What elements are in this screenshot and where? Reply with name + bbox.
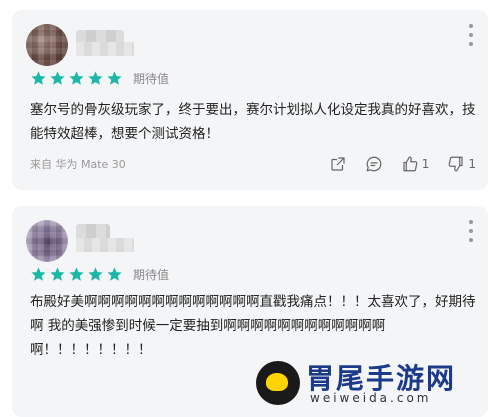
avatar[interactable] — [26, 220, 68, 262]
star-icon — [87, 70, 104, 87]
star-icon — [106, 70, 123, 87]
avatar[interactable] — [26, 24, 68, 66]
review-card: 期待值 塞尔号的骨灰级玩家了，终于要出，赛尔计划拟人化设定我真的好喜欢，技能特效… — [12, 10, 488, 190]
rating-label: 期待值 — [133, 72, 170, 86]
review-text: 布殿好美啊啊啊啊啊啊啊啊啊啊啊啊啊直戳我痛点！！！太喜欢了，好期待啊 我的美强惨… — [30, 294, 476, 358]
more-vertical-icon[interactable] — [468, 220, 474, 242]
review-actions: 1 1 — [311, 153, 476, 175]
rating-label: 期待值 — [133, 268, 170, 282]
thumb-down-icon — [449, 156, 463, 172]
review-footer: 来自 华为 Mate 30 1 1 — [30, 153, 476, 175]
review-text: 塞尔号的骨灰级玩家了，终于要出，赛尔计划拟人化设定我真的好喜欢，技能特效超棒，想… — [30, 102, 476, 142]
review-card: 期待值 布殿好美啊啊啊啊啊啊啊啊啊啊啊啊啊直戳我痛点！！！太喜欢了，好期待啊 我… — [12, 206, 488, 417]
star-icon — [68, 70, 85, 87]
thumb-up-icon — [403, 156, 418, 172]
share-button[interactable] — [329, 155, 347, 173]
star-icon — [87, 266, 104, 283]
rating-row: 期待值 — [30, 70, 169, 87]
star-icon — [30, 70, 47, 87]
share-icon — [331, 157, 345, 171]
dislike-button[interactable]: 1 — [447, 155, 476, 173]
star-icon — [30, 266, 47, 283]
dislike-count: 1 — [468, 157, 476, 171]
like-button[interactable]: 1 — [401, 155, 430, 173]
rating-row: 期待值 — [30, 266, 169, 283]
comment-button[interactable] — [365, 155, 383, 173]
user-meta-blurred — [76, 42, 134, 56]
user-meta-blurred — [76, 238, 134, 252]
comment-icon — [366, 156, 382, 172]
star-icon — [49, 70, 66, 87]
star-icon — [68, 266, 85, 283]
star-icon — [106, 266, 123, 283]
star-icon — [49, 266, 66, 283]
like-count: 1 — [421, 157, 430, 171]
device-label: 来自 华为 Mate 30 — [30, 158, 126, 171]
more-vertical-icon[interactable] — [468, 24, 474, 46]
